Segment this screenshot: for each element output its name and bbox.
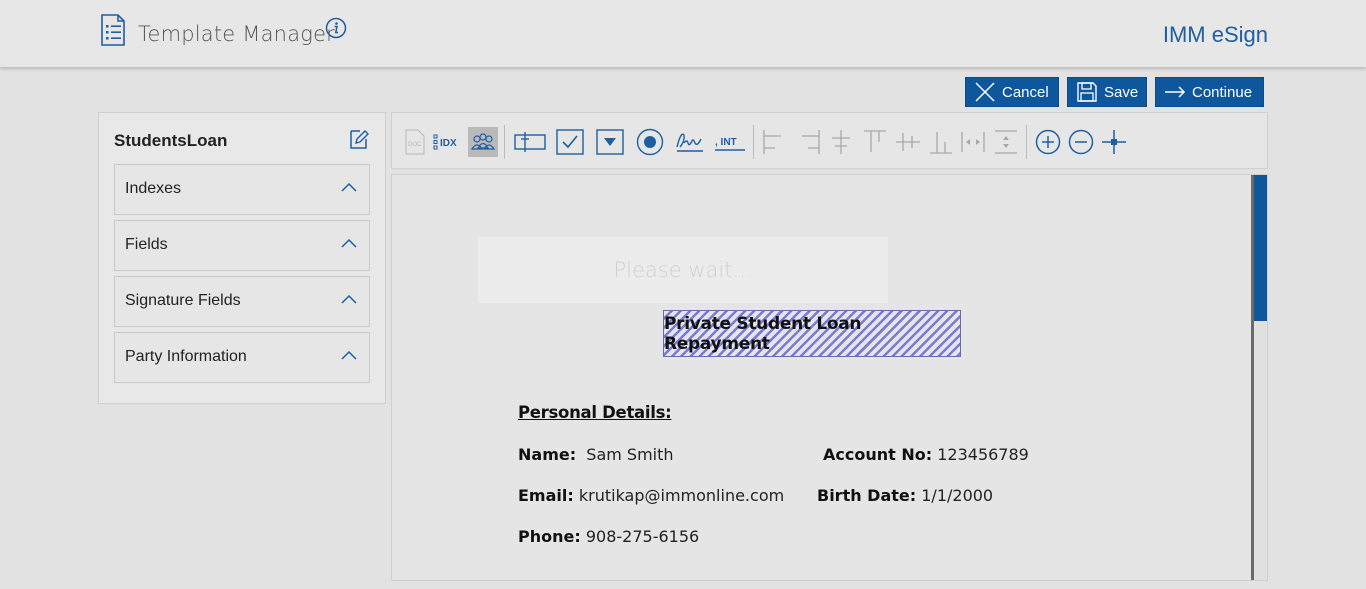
crosshair-icon (1102, 130, 1126, 154)
zoom-out-icon (1068, 129, 1094, 155)
edit-icon[interactable] (349, 128, 369, 150)
checkbox-tool[interactable] (555, 127, 585, 157)
accordion-label: Party Information (125, 348, 247, 365)
birth-date-value: 1/1/2000 (921, 486, 994, 505)
continue-label: Continue (1192, 83, 1253, 101)
email-row: Email: krutikap@immonline.com (518, 486, 784, 505)
align-left-tool[interactable] (761, 127, 789, 157)
cancel-label: Cancel (1002, 83, 1049, 101)
app-header: Template Manager IMM eSign (0, 0, 1366, 67)
initials-tool-icon: , INT (715, 137, 745, 151)
radio-tool-icon (636, 128, 664, 156)
save-button[interactable]: Save (1067, 77, 1147, 107)
accordion-party-information[interactable]: Party Information (114, 332, 370, 383)
align-middle-icon (896, 133, 920, 151)
template-name: StudentsLoan (114, 131, 228, 150)
align-middle-tool[interactable] (894, 127, 922, 157)
signature-tool[interactable] (675, 127, 705, 157)
birth-date-label: Birth Date: (817, 486, 917, 505)
accordion-label: Fields (125, 236, 168, 253)
idx-text: IDX (440, 138, 457, 149)
parties-icon (470, 133, 496, 150)
zoom-in-button[interactable] (1034, 127, 1062, 157)
textbox-tool-icon (514, 132, 546, 152)
distribute-v-tool[interactable] (992, 127, 1020, 157)
birth-date-row: Birth Date: 1/1/2000 (817, 486, 993, 505)
document-title: Private Student Loan Repayment (664, 313, 862, 354)
phone-row: Phone: 908-275-6156 (518, 527, 699, 546)
distribute-v-icon (995, 130, 1017, 154)
align-right-tool[interactable] (794, 127, 822, 157)
account-label: Account No: (823, 445, 933, 464)
parties-tool[interactable] (468, 127, 498, 157)
zoom-in-icon (1035, 129, 1061, 155)
document-list-icon (101, 14, 125, 46)
cancel-button[interactable]: Cancel (965, 77, 1059, 107)
chevron-up-icon (341, 350, 357, 360)
continue-button[interactable]: Continue (1155, 77, 1264, 107)
svg-text:DOC: DOC (408, 142, 422, 148)
accordion-fields[interactable]: Fields (114, 220, 370, 271)
chevron-up-icon (341, 182, 357, 192)
info-icon[interactable] (325, 17, 347, 39)
distribute-h-icon (961, 132, 985, 152)
accordion-indexes[interactable]: Indexes (114, 164, 370, 215)
page-title: Template Manager (138, 22, 336, 46)
phone-value: 908-275-6156 (585, 527, 700, 546)
accordion-label: Indexes (125, 180, 182, 197)
email-value: krutikap@immonline.com (578, 486, 785, 505)
accordion-label: Signature Fields (125, 292, 241, 309)
vertical-scrollbar[interactable] (1251, 175, 1267, 580)
phone-label: Phone: (518, 527, 581, 546)
template-sidebar: StudentsLoan Indexes Fields Signature Fi… (98, 112, 386, 404)
email-label: Email: (518, 486, 574, 505)
account-row: Account No: 123456789 (823, 445, 1029, 464)
brand-name: IMM eSign (1162, 22, 1268, 47)
int-text: , INT (715, 137, 737, 148)
loading-message: Please wait... (478, 237, 888, 303)
section-title: Personal Details: (518, 403, 672, 422)
align-bottom-tool[interactable] (927, 127, 955, 157)
name-label: Name: (518, 445, 577, 464)
editor-toolbar: DOC IDX , INT (391, 112, 1268, 169)
floppy-disk-icon (1077, 82, 1097, 102)
align-center-h-tool[interactable] (827, 127, 855, 157)
arrow-right-icon (1165, 86, 1186, 98)
idx-icon: IDX (433, 134, 457, 150)
name-row: Name: Sam Smith (518, 445, 674, 464)
idx-tool[interactable]: IDX (433, 127, 463, 157)
chevron-up-icon (341, 238, 357, 248)
align-center-h-icon (832, 130, 850, 154)
signature-tool-icon (676, 133, 703, 152)
accordion-signature-fields[interactable]: Signature Fields (114, 276, 370, 327)
doc-index-tool[interactable]: DOC (404, 127, 426, 157)
doc-index-icon: DOC (405, 129, 425, 155)
radio-tool[interactable] (635, 127, 665, 157)
account-value: 123456789 (937, 445, 1029, 464)
crosshair-tool[interactable] (1100, 127, 1128, 157)
name-value: Sam Smith (586, 445, 674, 464)
align-top-tool[interactable] (861, 127, 889, 157)
dropdown-tool-icon (596, 129, 624, 155)
save-label: Save (1104, 83, 1139, 101)
zoom-out-button[interactable] (1067, 127, 1095, 157)
document-title-field[interactable]: Private Student Loan Repayment (663, 310, 961, 357)
dropdown-tool[interactable] (595, 127, 625, 157)
align-left-icon (763, 130, 781, 154)
chevron-up-icon (341, 294, 357, 304)
checkbox-tool-icon (556, 129, 584, 155)
align-top-icon (864, 130, 886, 152)
distribute-h-tool[interactable] (959, 127, 987, 157)
align-bottom-icon (930, 132, 952, 154)
document-canvas[interactable]: Please wait... Private Student Loan Repa… (391, 174, 1268, 581)
align-right-icon (802, 130, 820, 154)
initials-tool[interactable]: , INT (714, 127, 746, 157)
close-icon (975, 82, 995, 102)
textbox-tool[interactable] (514, 127, 546, 157)
scrollbar-thumb[interactable] (1254, 175, 1267, 321)
